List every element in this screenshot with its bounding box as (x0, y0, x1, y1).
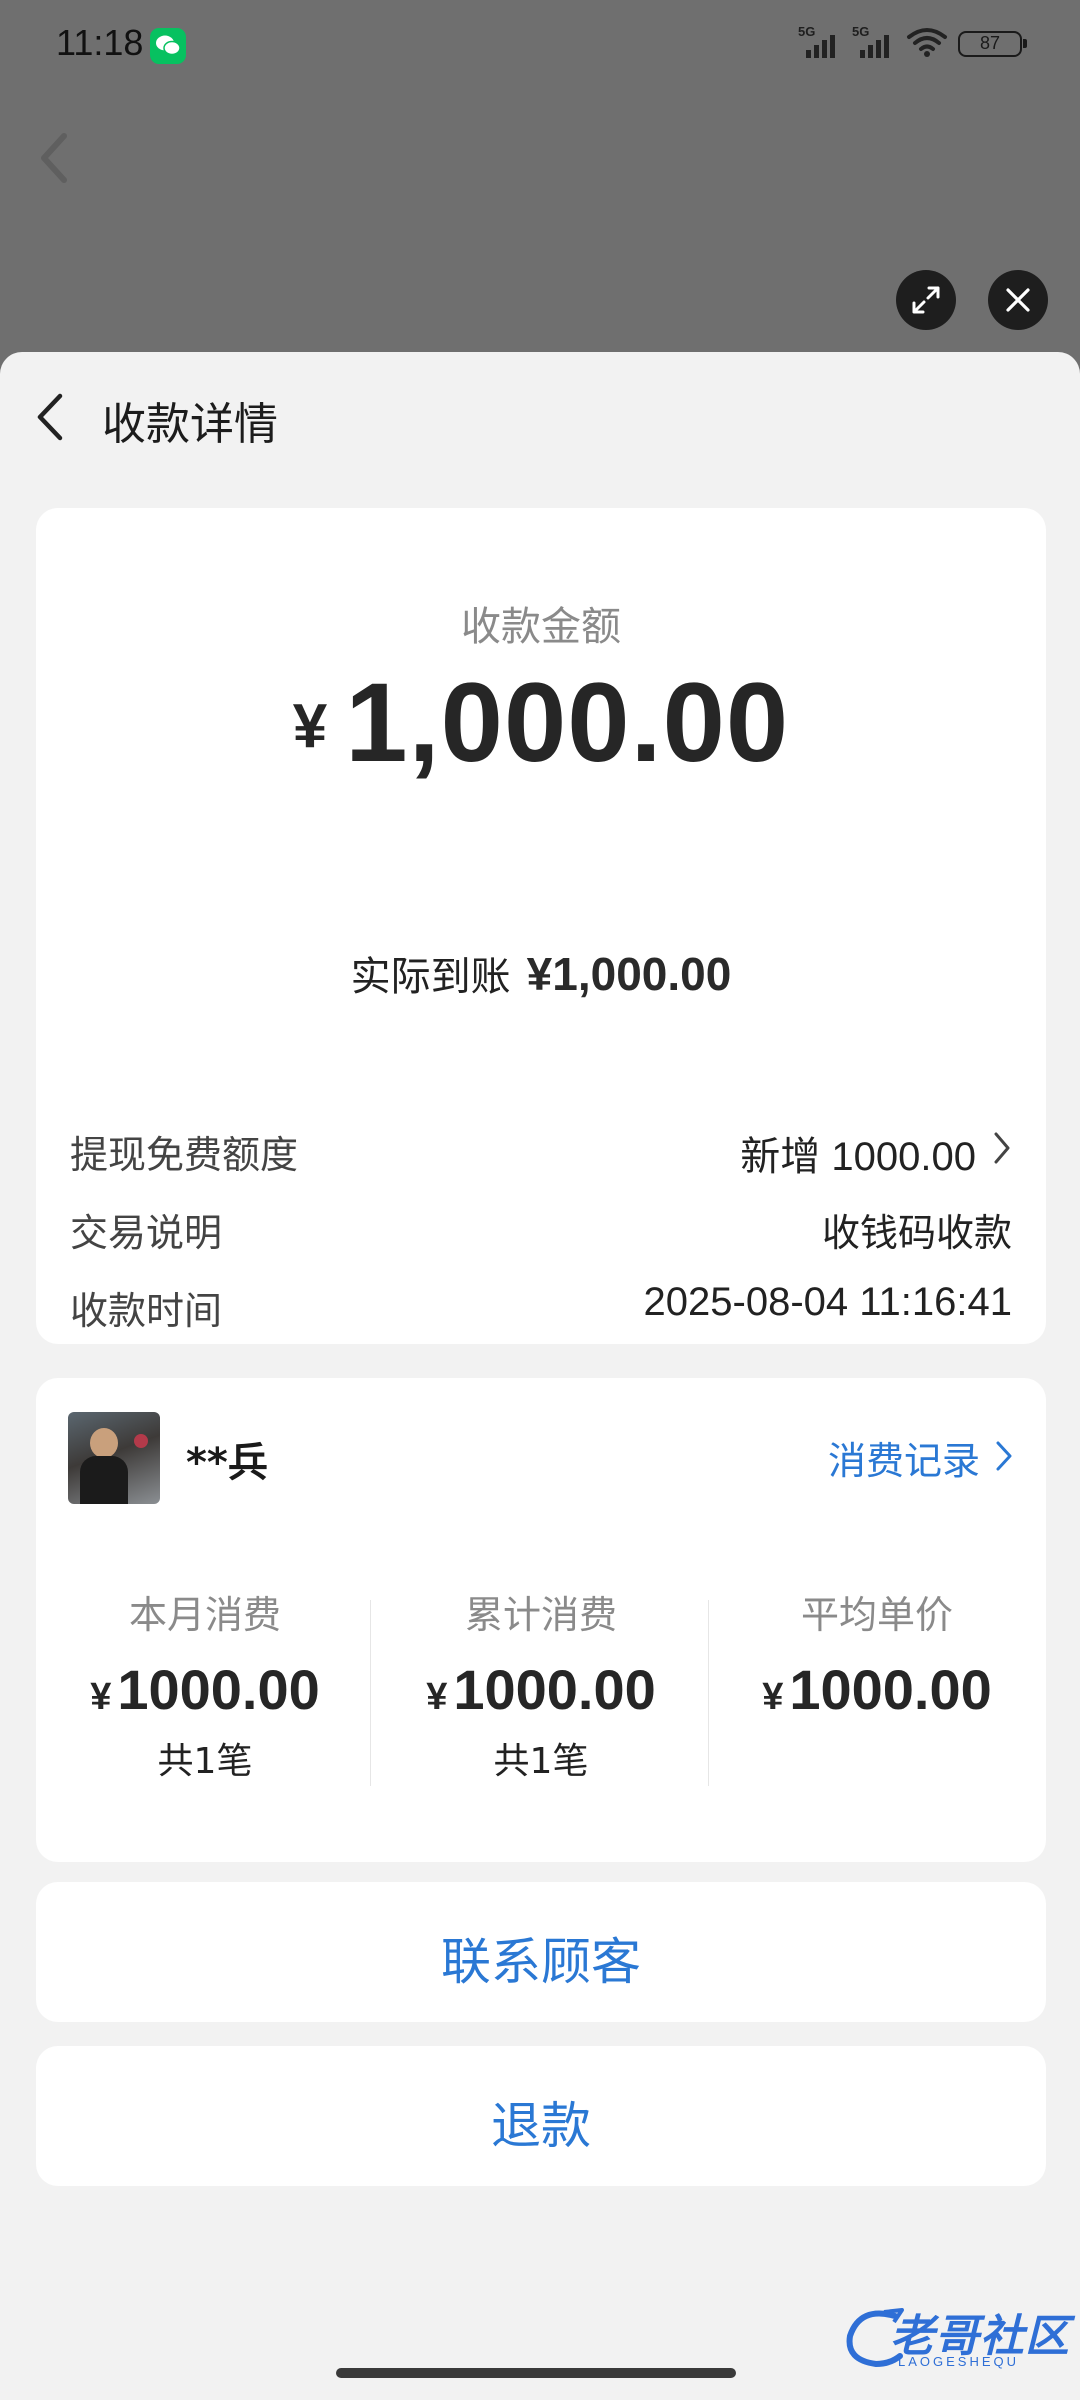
stat-label: 累计消费 (464, 1593, 617, 1637)
info-value: 收钱码收款 (821, 1211, 1012, 1255)
stat-count: 共1笔 (493, 1741, 589, 1782)
background-back-icon (34, 130, 74, 190)
signal-2-icon: 5G (852, 24, 896, 60)
stat-label: 本月消费 (128, 1593, 281, 1637)
page-title: 收款详情 (102, 399, 278, 450)
status-indicators: 5G 5G 87 (798, 22, 1027, 66)
signal-1-icon: 5G (798, 24, 842, 60)
sheet-header: 收款详情 (0, 352, 1080, 476)
wechat-icon (150, 28, 186, 64)
info-row-time: 收款时间 2025-08-04 11:16:41 (70, 1280, 1012, 1340)
stat-monthly: 本月消费 ¥1000.00 共1笔 (36, 1584, 374, 1782)
stat-average: 平均单价 ¥1000.00 (708, 1584, 1046, 1768)
watermark-logo: 老哥社区 LAOGESHEQU (840, 2296, 1070, 2376)
stat-value: ¥1000.00 (36, 1657, 374, 1722)
amount-label: 收款金额 (461, 604, 621, 650)
stat-number: 1000.00 (789, 1658, 992, 1721)
info-row-description: 交易说明 收钱码收款 (70, 1202, 1012, 1262)
stat-label: 平均单价 (800, 1593, 953, 1637)
info-key: 提现免费额度 (70, 1133, 299, 1177)
actual-received-value: ¥1,000.00 (526, 948, 732, 1000)
info-key: 收款时间 (70, 1289, 223, 1333)
spend-history-label: 消费记录 (827, 1439, 980, 1483)
amount-value: 1,000.00 (345, 660, 790, 785)
contact-customer-button[interactable]: 联系顾客 (36, 1882, 1046, 2022)
expand-button[interactable] (896, 270, 956, 330)
avatar[interactable] (68, 1412, 160, 1504)
expand-icon (912, 286, 940, 314)
stat-number: 1000.00 (453, 1658, 656, 1721)
amount-currency: ¥ (292, 692, 328, 761)
stat-currency: ¥ (762, 1676, 784, 1718)
battery-indicator: 87 (958, 31, 1027, 57)
stat-currency: ¥ (90, 1676, 112, 1718)
stat-currency: ¥ (426, 1676, 448, 1718)
customer-name: **兵 (186, 1440, 268, 1486)
info-value: 新增 1000.00 (740, 1135, 976, 1179)
home-indicator[interactable] (336, 2368, 736, 2378)
status-bar: 11:18 5G 5G 87 (0, 0, 1080, 92)
status-time: 11:18 (56, 22, 144, 63)
info-row-withdraw-quota[interactable]: 提现免费额度 新增 1000.00 (70, 1124, 1012, 1184)
customer-card: **兵 消费记录 本月消费 ¥1000.00 共1笔 累计消费 ¥1000.00 (36, 1378, 1046, 1862)
stat-value: ¥1000.00 (708, 1657, 1046, 1722)
amount-total: ¥1,000.00 (36, 658, 1046, 787)
receipt-detail-sheet: 收款详情 收款金额 ¥1,000.00 实际到账 ¥1,000.00 提现免费额度… (0, 352, 1080, 2400)
stat-number: 1000.00 (117, 1658, 320, 1721)
customer-stats: 本月消费 ¥1000.00 共1笔 累计消费 ¥1000.00 共1笔 平均单价… (36, 1584, 1046, 1786)
info-value: 2025-08-04 11:16:41 (643, 1280, 1012, 1324)
refund-label: 退款 (491, 2097, 591, 2155)
chevron-left-icon (37, 393, 63, 441)
contact-customer-label: 联系顾客 (441, 1933, 641, 1991)
divider (370, 1600, 371, 1786)
refund-button[interactable]: 退款 (36, 2046, 1046, 2186)
network-1-label: 5G (798, 24, 816, 39)
close-icon (1006, 288, 1030, 312)
actual-received-label: 实际到账 (350, 954, 511, 1000)
stat-count: 共1笔 (157, 1741, 253, 1782)
wifi-icon (906, 26, 948, 62)
close-button[interactable] (988, 270, 1048, 330)
info-key: 交易说明 (70, 1211, 223, 1255)
spend-history-link[interactable]: 消费记录 (828, 1430, 1014, 1485)
actual-received: 实际到账 ¥1,000.00 (36, 944, 1046, 1002)
amount-card: 收款金额 ¥1,000.00 实际到账 ¥1,000.00 提现免费额度 新增 1… (36, 508, 1046, 1453)
stat-cumulative: 累计消费 ¥1000.00 共1笔 (372, 1584, 710, 1782)
network-2-label: 5G (852, 24, 870, 39)
stat-value: ¥1000.00 (372, 1657, 710, 1722)
watermark-subtext: LAOGESHEQU (898, 2354, 1020, 2369)
back-button[interactable] (32, 390, 72, 444)
chevron-right-icon (996, 1441, 1012, 1471)
chevron-right-icon (992, 1130, 1012, 1175)
